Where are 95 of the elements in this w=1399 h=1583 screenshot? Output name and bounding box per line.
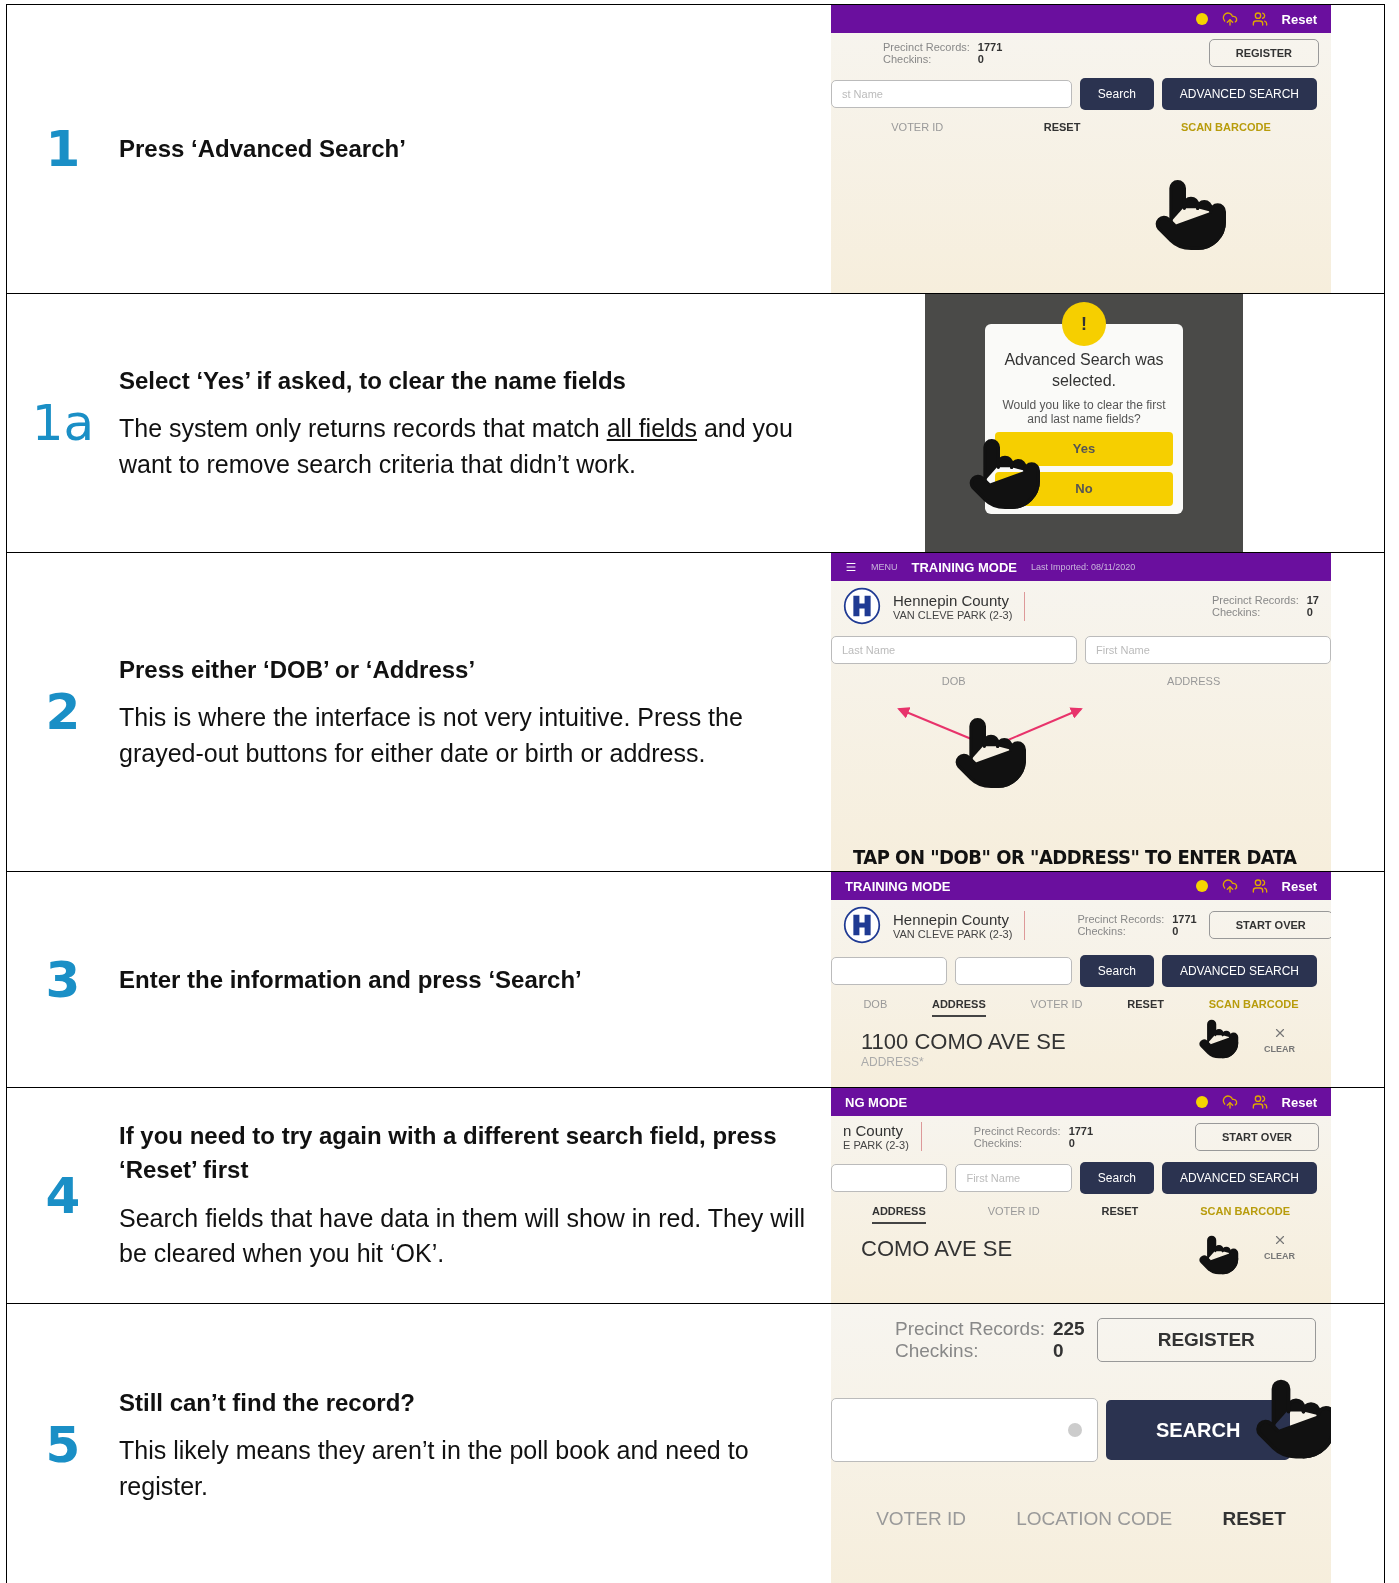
search-tab[interactable]: RESET [1222,1506,1286,1537]
people-icon[interactable] [1251,11,1268,27]
name-field[interactable]: st Name [831,80,1072,108]
checkins-label: Checkins: [1077,925,1127,937]
search-button[interactable]: Search [1079,955,1154,987]
checkins-count: 0 [977,53,985,65]
address-label: ADDRESS* [860,1055,925,1069]
reset-link[interactable]: Reset [1281,1094,1317,1110]
step-number: 4 [44,1165,82,1227]
step-heading: Press ‘Advanced Search’ [119,134,407,165]
checkins-count: 0 [1172,925,1180,937]
step-number: 1a [30,393,96,454]
search-tab[interactable]: RESET [1101,1203,1139,1224]
mode-label: TRAINING MODE [911,559,1017,575]
step-description: This is where the interface is not very intuitive. Press the grayed-out buttons for either date or birth or address. [119,702,744,769]
checkins-count: 0 [1068,1136,1076,1149]
dialog-button[interactable]: Yes [995,431,1173,466]
people-icon[interactable] [1251,1094,1268,1110]
search-tab[interactable]: RESET [1043,119,1081,140]
checkins-count: 0 [1306,606,1314,618]
checkins-label: Checkins: [883,53,933,65]
mode-label: TRAINING MODE [845,878,951,894]
step-description: This likely means they aren’t in the poll book and need to register. [119,1435,750,1502]
precinct-name: VAN CLEVE PARK (2-3) [893,608,1013,621]
records-count: 1771 [1172,913,1197,925]
search-button[interactable]: ADVANCED SEARCH [1161,78,1317,110]
county-name: Hennepin County [893,591,1010,609]
step-number: 3 [44,949,82,1011]
header-button[interactable]: START OVER [1194,1122,1319,1151]
records-label: Precinct Records: [883,41,970,53]
records-count: 1771 [1068,1124,1094,1137]
records-label: Precinct Records: [895,1318,1045,1340]
step-heading: Press either ‘DOB’ or ‘Address’ [119,654,477,685]
alert-icon[interactable] [1195,13,1208,25]
records-count: 17 [1306,594,1319,606]
name-field[interactable] [955,957,1072,985]
dialog-message: Would you like to clear the first and last name fields? [1001,397,1167,426]
header-button[interactable]: REGISTER [1096,1318,1316,1362]
address-value: 1100 COMO AVE SE [861,1029,1066,1055]
checkins-count: 0 [1052,1340,1065,1362]
records-label: Precinct Records: [973,1124,1061,1137]
search-field[interactable] [831,1398,1098,1462]
step-heading: Select ‘Yes’ if asked, to clear the name fields [119,365,627,396]
records-label: Precinct Records: [1211,594,1299,606]
records-label: Precinct Records: [1077,913,1165,925]
address-value: COMO AVE SE [861,1236,1013,1262]
checkins-label: Checkins: [973,1136,1024,1149]
step-number: 5 [44,1415,82,1476]
step-description: Search fields that have data in them will show in red. They will be cleared when you hit ‘OK’. [119,1202,805,1270]
search-tab[interactable]: ADDRESS [871,1203,926,1224]
name-field[interactable]: First Name [955,1164,1072,1192]
precinct-name: VAN CLEVE PARK (2-3) [893,927,1013,940]
instruction-caption: TAP ON "DOB" OR "ADDRESS" TO ENTER DATA [852,845,1298,871]
search-tab[interactable]: ADDRESS [932,996,986,1017]
records-count: 225 [1052,1318,1085,1340]
cloud-upload-icon[interactable] [1221,878,1238,894]
search-button[interactable]: Search [1079,78,1154,110]
records-count: 1771 [977,41,1003,53]
search-button[interactable]: ADVANCED SEARCH [1161,955,1317,987]
reset-link[interactable]: Reset [1281,878,1317,894]
people-icon[interactable] [1251,878,1268,894]
step-number: 1 [44,119,82,180]
precinct-name: E PARK (2-3) [843,1139,909,1151]
mode-label: NG MODE [845,1094,908,1110]
step-heading: If you need to try again with a different search field, press ‘Reset’ first [119,1121,778,1185]
clear-button[interactable]: CLEAR [1258,1025,1301,1055]
warning-icon: ! [1062,302,1106,346]
name-field[interactable]: Last Name [831,636,1077,664]
search-button[interactable]: SEARCH [1106,1400,1291,1460]
header-button[interactable]: REGISTER [1208,39,1319,67]
checkins-label: Checkins: [1211,606,1262,618]
menu-label: MENU [871,562,898,572]
search-tab[interactable]: RESET [1127,996,1164,1017]
step-description: The system only returns records that match all fields and you want to remove search criteria that didn’t work. [119,413,794,480]
alert-icon[interactable] [1195,1096,1208,1108]
county-name: n County [843,1122,905,1139]
step-heading: Still can’t find the record? [119,1387,417,1418]
search-button[interactable]: Search [1079,1162,1154,1194]
reset-link[interactable]: Reset [1281,11,1317,27]
cloud-upload-icon[interactable] [1221,1094,1238,1110]
header-button[interactable]: START OVER [1208,911,1331,939]
menu-icon[interactable] [845,561,857,573]
search-button[interactable]: ADVANCED SEARCH [1161,1162,1317,1194]
clear-button[interactable]: CLEAR [1258,1232,1301,1262]
name-field[interactable]: First Name [1085,636,1331,664]
imported-date: Last Imported: 08/11/2020 [1030,562,1136,572]
cloud-upload-icon[interactable] [1221,11,1238,27]
step-heading: Enter the information and press ‘Search’ [119,964,583,995]
step-number: 2 [44,682,82,743]
name-field[interactable] [831,957,948,985]
dialog-title: Advanced Search was selected. [1003,350,1165,391]
alert-icon[interactable] [1195,880,1208,892]
checkins-label: Checkins: [895,1340,980,1362]
name-field[interactable] [831,1164,948,1192]
county-name: Hennepin County [893,910,1010,928]
